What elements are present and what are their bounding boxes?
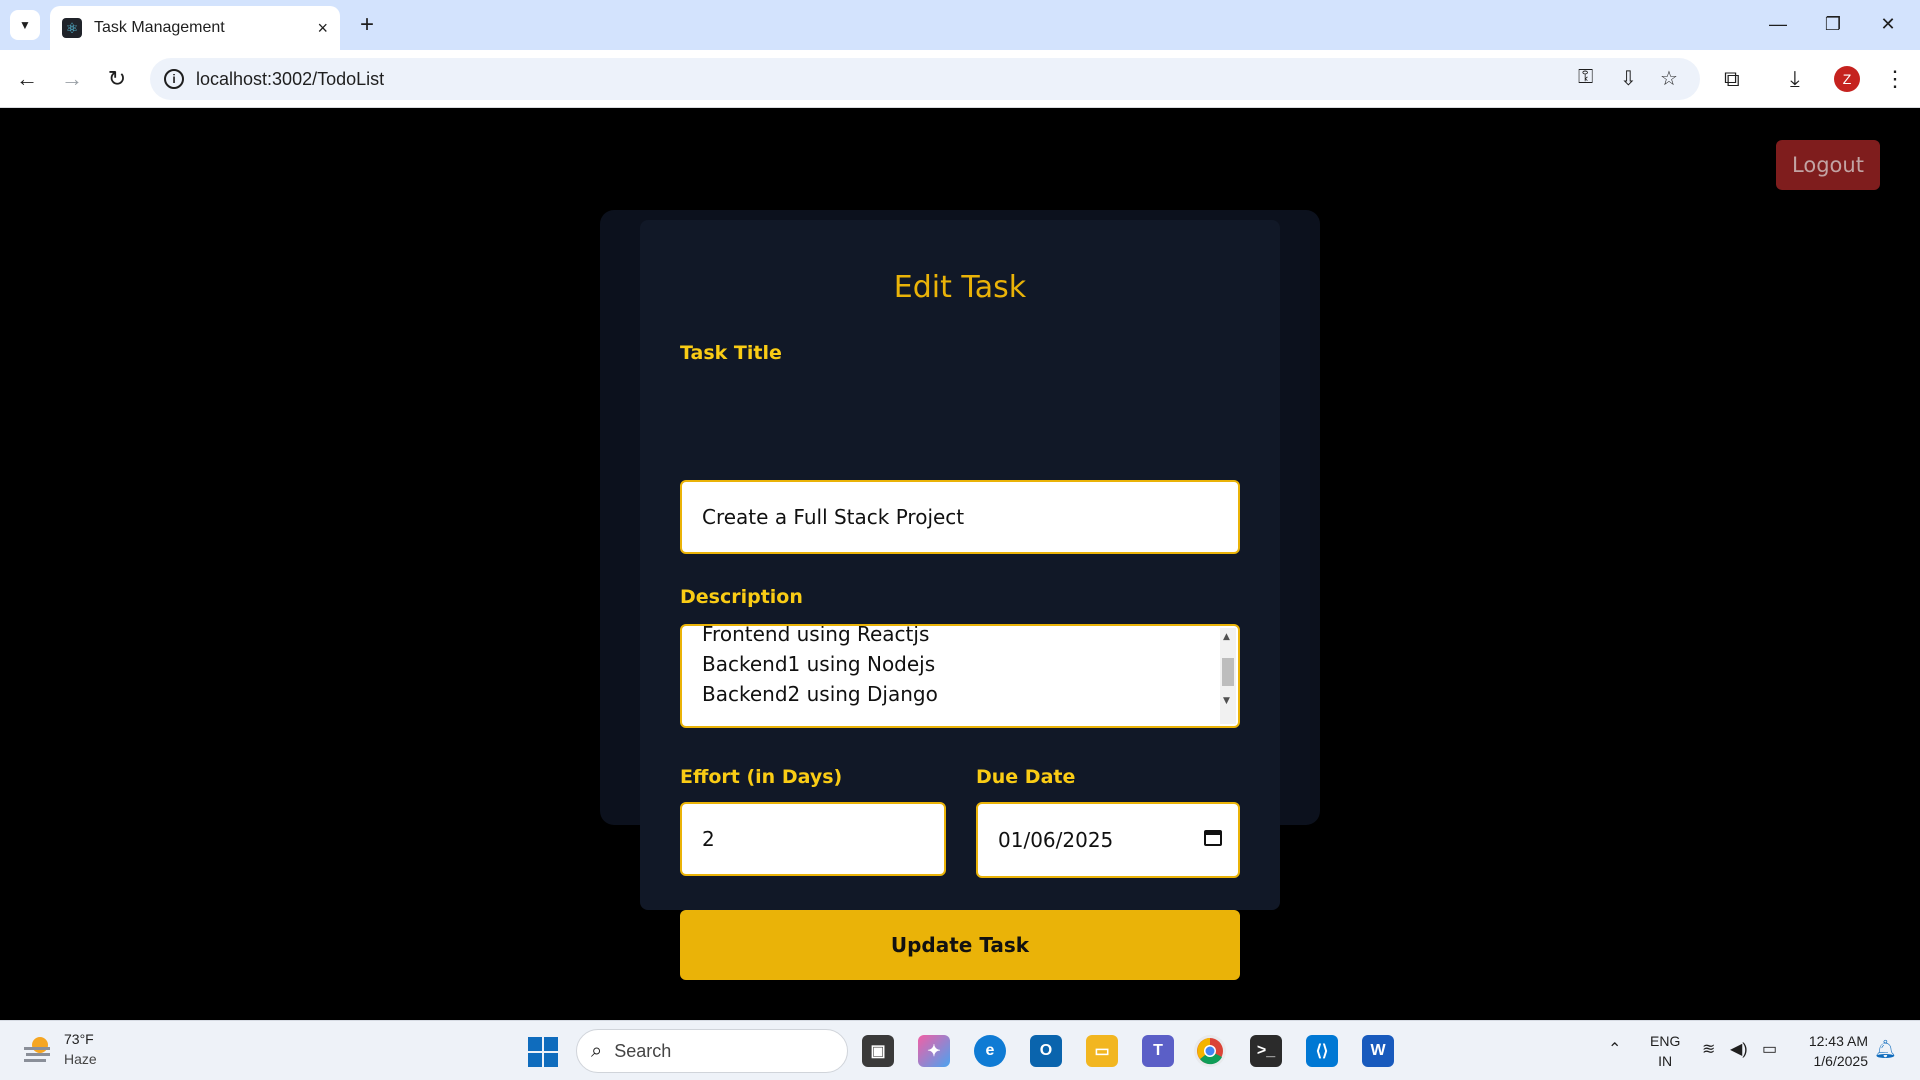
effort-value: 2 [702,827,715,851]
system-clock[interactable]: 12:43 AM 1/6/2025 [1796,1031,1868,1071]
outlook-icon[interactable]: O [1030,1035,1062,1067]
profile-avatar[interactable]: Z [1834,66,1860,92]
chrome-logo [1197,1038,1223,1065]
weather-temp: 73°F [64,1031,94,1047]
wifi-icon[interactable]: ≋ [1702,1039,1715,1059]
scroll-up-icon[interactable]: ▲ [1223,632,1230,642]
clock-time: 12:43 AM [1808,1033,1868,1049]
windows-taskbar: 73°F Haze ⌕ Search ▣ ✦ e O ▭ T >_ ⟨⟩ W ⌃… [0,1020,1920,1080]
tab-close-icon[interactable]: × [317,18,328,39]
file-explorer-icon[interactable]: ▭ [1086,1035,1118,1067]
edge-icon[interactable]: e [974,1035,1006,1067]
reload-icon[interactable]: ↻ [100,62,134,96]
word-icon[interactable]: W [1362,1035,1394,1067]
scroll-thumb[interactable] [1222,658,1234,686]
due-date-label: Due Date [976,766,1076,788]
effort-label: Effort (in Days) [680,766,843,788]
chrome-icon[interactable] [1194,1035,1226,1067]
lang-top: ENG [1650,1033,1681,1049]
weather-desc: Haze [64,1051,97,1067]
browser-tab-strip: ▼ ⚛ Task Management × + — ❐ ✕ [0,0,1920,50]
due-date-input[interactable]: 01/06/2025 [976,802,1240,878]
show-hidden-icons-icon[interactable]: ⌃ [1608,1039,1621,1059]
teams-icon[interactable]: T [1142,1035,1174,1067]
install-app-icon[interactable]: ⇩ [1620,66,1637,91]
tab-search-dropdown-icon[interactable]: ▼ [10,10,40,40]
description-line: Backend1 using Nodejs [702,652,936,676]
new-tab-button[interactable]: + [352,10,382,40]
volume-icon[interactable]: ◀) [1730,1039,1748,1059]
description-line: Backend2 using Django [702,682,938,706]
tab-title: Task Management [94,19,225,36]
task-view-icon[interactable]: ▣ [862,1035,894,1067]
page-title: Edit Task [893,270,1027,305]
address-url[interactable]: localhost:3002/TodoList [196,69,384,90]
site-info-icon[interactable]: i [164,69,184,89]
page-content: Logout Edit Task Task Title Create a Ful… [0,108,1920,1020]
close-window-icon[interactable]: ✕ [1868,8,1908,40]
password-key-icon[interactable]: ⚿ [1578,66,1593,89]
windows-start-icon[interactable] [528,1037,558,1067]
downloads-icon[interactable]: ⤓ [1790,66,1800,92]
battery-icon[interactable]: ▭ [1762,1039,1777,1059]
copilot-icon[interactable]: ✦ [918,1035,950,1067]
scroll-down-icon[interactable]: ▼ [1223,696,1230,706]
description-label: Description [680,586,803,608]
clock-date: 1/6/2025 [1813,1053,1869,1069]
language-indicator[interactable]: ENG IN [1650,1031,1680,1071]
task-title-input[interactable]: Create a Full Stack Project [680,480,1240,554]
notification-bell-icon[interactable]: 🔔︎ [1874,1039,1897,1060]
description-textarea[interactable]: Frontend using Reactjs Backend1 using No… [680,624,1240,728]
react-favicon-icon: ⚛ [62,18,82,38]
task-title-value: Create a Full Stack Project [702,505,965,529]
lang-bottom: IN [1658,1053,1673,1069]
search-placeholder: Search [614,1040,672,1061]
calendar-icon[interactable] [1204,830,1222,846]
due-date-value: 01/06/2025 [998,828,1114,852]
browser-toolbar: ← → ↻ i localhost:3002/TodoList ⚿ ⇩ ☆ ⧉ … [0,50,1920,108]
bookmark-star-icon[interactable]: ☆ [1660,66,1678,91]
restore-icon[interactable]: ❐ [1813,8,1853,40]
vscode-icon[interactable]: ⟨⟩ [1306,1035,1338,1067]
description-scrollbar[interactable]: ▲ ▼ [1220,628,1236,724]
haze-weather-icon[interactable] [22,1035,54,1063]
logout-button[interactable]: Logout [1776,140,1880,190]
description-line: Frontend using Reactjs [702,624,930,646]
update-task-button[interactable]: Update Task [680,910,1240,980]
task-title-label: Task Title [680,342,782,364]
browser-tab[interactable]: ⚛ Task Management × [50,6,340,50]
address-bar[interactable]: i localhost:3002/TodoList ⚿ ⇩ ☆ [150,58,1700,100]
taskbar-search[interactable]: ⌕ Search [576,1029,848,1073]
extensions-icon[interactable]: ⧉ [1724,66,1740,92]
browser-menu-icon[interactable]: ⋮ [1884,66,1906,92]
back-icon[interactable]: ← [10,62,44,96]
minimize-icon[interactable]: — [1758,8,1798,40]
effort-input[interactable]: 2 [680,802,946,876]
terminal-icon[interactable]: >_ [1250,1035,1282,1067]
search-icon: ⌕ [591,1039,603,1062]
forward-icon[interactable]: → [55,62,89,96]
edit-task-card: Edit Task Task Title Create a Full Stack… [640,220,1280,980]
